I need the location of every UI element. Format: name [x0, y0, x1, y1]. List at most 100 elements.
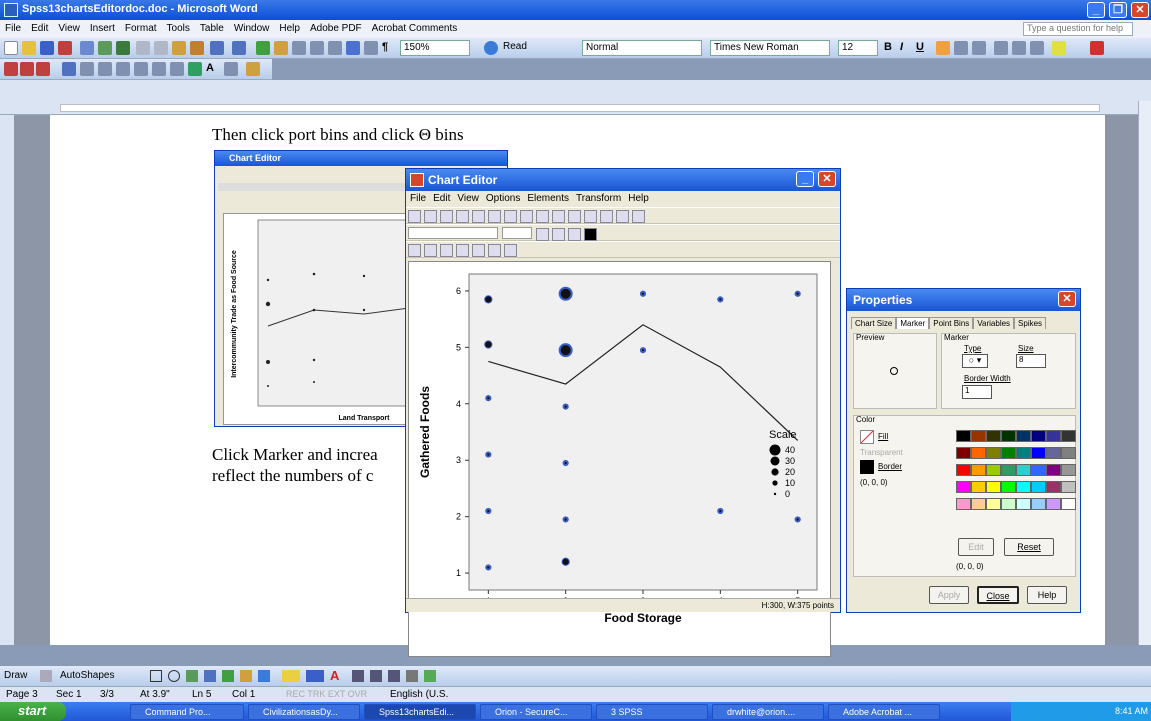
apply-button[interactable]: Apply: [929, 586, 969, 604]
status-language[interactable]: English (U.S.: [390, 689, 448, 700]
bg-chart-editor-title-bar[interactable]: Chart Editor: [215, 151, 507, 166]
menu-insert[interactable]: Insert: [85, 20, 120, 34]
restore-button[interactable]: ❐: [1109, 2, 1127, 18]
ce-scatter-icon[interactable]: [488, 244, 501, 257]
palette-swatch[interactable]: [1031, 498, 1046, 510]
tab-marker[interactable]: Marker: [896, 317, 930, 329]
tab-chart-size[interactable]: Chart Size: [851, 317, 897, 329]
3d-icon[interactable]: [424, 670, 436, 682]
palette-swatch[interactable]: [971, 464, 986, 476]
ce-transpose-icon[interactable]: [504, 244, 517, 257]
hyperlink-icon[interactable]: [256, 41, 270, 55]
type-select[interactable]: ○ ▾: [962, 354, 988, 368]
ce-menu-file[interactable]: File: [410, 193, 426, 204]
ce-menu-elements[interactable]: Elements: [527, 193, 569, 204]
redo-icon[interactable]: [424, 210, 437, 223]
palette-swatch[interactable]: [1046, 498, 1061, 510]
chart-editor-minimize-button[interactable]: _: [796, 171, 814, 187]
indent-icon[interactable]: [1030, 41, 1044, 55]
form-table-icon[interactable]: [152, 62, 166, 76]
palette-swatch[interactable]: [986, 498, 1001, 510]
size-select[interactable]: 8: [1016, 354, 1046, 368]
ce-align-icon[interactable]: [568, 228, 581, 241]
text-icon[interactable]: A: [206, 62, 220, 76]
horizontal-ruler[interactable]: [0, 101, 1151, 115]
close-button[interactable]: Close: [977, 586, 1019, 604]
textbox-icon[interactable]: [186, 670, 198, 682]
form-options-icon[interactable]: [134, 62, 148, 76]
ce-area-icon[interactable]: [456, 244, 469, 257]
task-orion[interactable]: Orion - SecureC...: [480, 704, 592, 720]
diagram-icon[interactable]: [222, 670, 234, 682]
palette-swatch[interactable]: [971, 498, 986, 510]
pdf-convert-icon[interactable]: [4, 62, 18, 76]
palette-swatch[interactable]: [956, 447, 971, 459]
data-point[interactable]: [484, 340, 493, 349]
font-select[interactable]: Times New Roman: [710, 40, 830, 56]
palette-swatch[interactable]: [1001, 498, 1016, 510]
show-hide-icon[interactable]: ¶: [382, 41, 396, 55]
ce-menu-options[interactable]: Options: [486, 193, 520, 204]
menu-tools[interactable]: Tools: [162, 20, 195, 34]
palette-swatch[interactable]: [1001, 447, 1016, 459]
pdf-review-icon[interactable]: [36, 62, 50, 76]
select-x-axis-icon[interactable]: [456, 210, 469, 223]
form-checkbox-icon[interactable]: [98, 62, 112, 76]
close-button[interactable]: ✕: [1131, 2, 1149, 18]
palette-swatch[interactable]: [1001, 481, 1016, 493]
select-objects-icon[interactable]: [40, 670, 52, 682]
tab-point-bins[interactable]: Point Bins: [929, 317, 974, 329]
form-text-field-icon[interactable]: [80, 62, 94, 76]
clipart-icon[interactable]: [240, 670, 252, 682]
help-button[interactable]: Help: [1027, 586, 1067, 604]
palette-swatch[interactable]: [986, 430, 1001, 442]
font-size-select[interactable]: 12: [838, 40, 878, 56]
show-legend-icon[interactable]: [616, 210, 629, 223]
help-icon[interactable]: [484, 41, 498, 55]
print-icon[interactable]: [80, 41, 94, 55]
task-spss13charts[interactable]: Spss13chartsEdi...: [364, 704, 476, 720]
palette-swatch[interactable]: [1016, 447, 1031, 459]
ce-chart-type-icon[interactable]: [408, 244, 421, 257]
add-fit-line-icon[interactable]: [520, 210, 533, 223]
center-icon[interactable]: [954, 41, 968, 55]
print-preview-icon[interactable]: [98, 41, 112, 55]
ce-menu-edit[interactable]: Edit: [433, 193, 450, 204]
ce-bold-icon[interactable]: [536, 228, 549, 241]
style-select[interactable]: Normal: [582, 40, 702, 56]
textbox-icon[interactable]: [568, 210, 581, 223]
read-button[interactable]: Read: [500, 40, 548, 56]
palette-swatch[interactable]: [971, 481, 986, 493]
palette-swatch[interactable]: [1046, 447, 1061, 459]
italic-icon[interactable]: I: [900, 41, 914, 55]
permission-icon[interactable]: [58, 41, 72, 55]
palette-swatch[interactable]: [1001, 430, 1016, 442]
align-left-icon[interactable]: [936, 41, 950, 55]
arrow-style-icon[interactable]: [388, 670, 400, 682]
word-title-bar[interactable]: Spss13chartsEditordoc.doc - Microsoft Wo…: [0, 0, 1151, 20]
shadow-icon[interactable]: [406, 670, 418, 682]
zoom-select[interactable]: 150%: [400, 40, 470, 56]
palette-swatch[interactable]: [956, 498, 971, 510]
reset-button[interactable]: Reset: [1004, 538, 1054, 556]
columns-icon[interactable]: [328, 41, 342, 55]
spelling-icon[interactable]: [116, 41, 130, 55]
autoshapes-menu[interactable]: AutoShapes: [60, 670, 115, 681]
data-point[interactable]: [484, 295, 493, 304]
data-point[interactable]: [559, 344, 572, 357]
menu-table[interactable]: Table: [195, 20, 229, 34]
undo-icon[interactable]: [408, 210, 421, 223]
annotation-icon[interactable]: [552, 210, 565, 223]
fill-label[interactable]: Fill: [878, 432, 888, 441]
task-spss[interactable]: 3 SPSS: [596, 704, 708, 720]
fill-color-icon[interactable]: [282, 670, 300, 682]
properties-close-icon[interactable]: ✕: [1058, 291, 1076, 307]
task-drwhite[interactable]: drwhite@orion....: [712, 704, 824, 720]
palette-swatch[interactable]: [1061, 430, 1076, 442]
menu-file[interactable]: File: [0, 20, 26, 34]
task-civilizations[interactable]: CivilizationsasDy...: [248, 704, 360, 720]
tab-spikes[interactable]: Spikes: [1014, 317, 1047, 329]
fill-swatch[interactable]: [860, 430, 874, 444]
palette-swatch[interactable]: [1046, 464, 1061, 476]
plot-frame[interactable]: [468, 273, 818, 591]
